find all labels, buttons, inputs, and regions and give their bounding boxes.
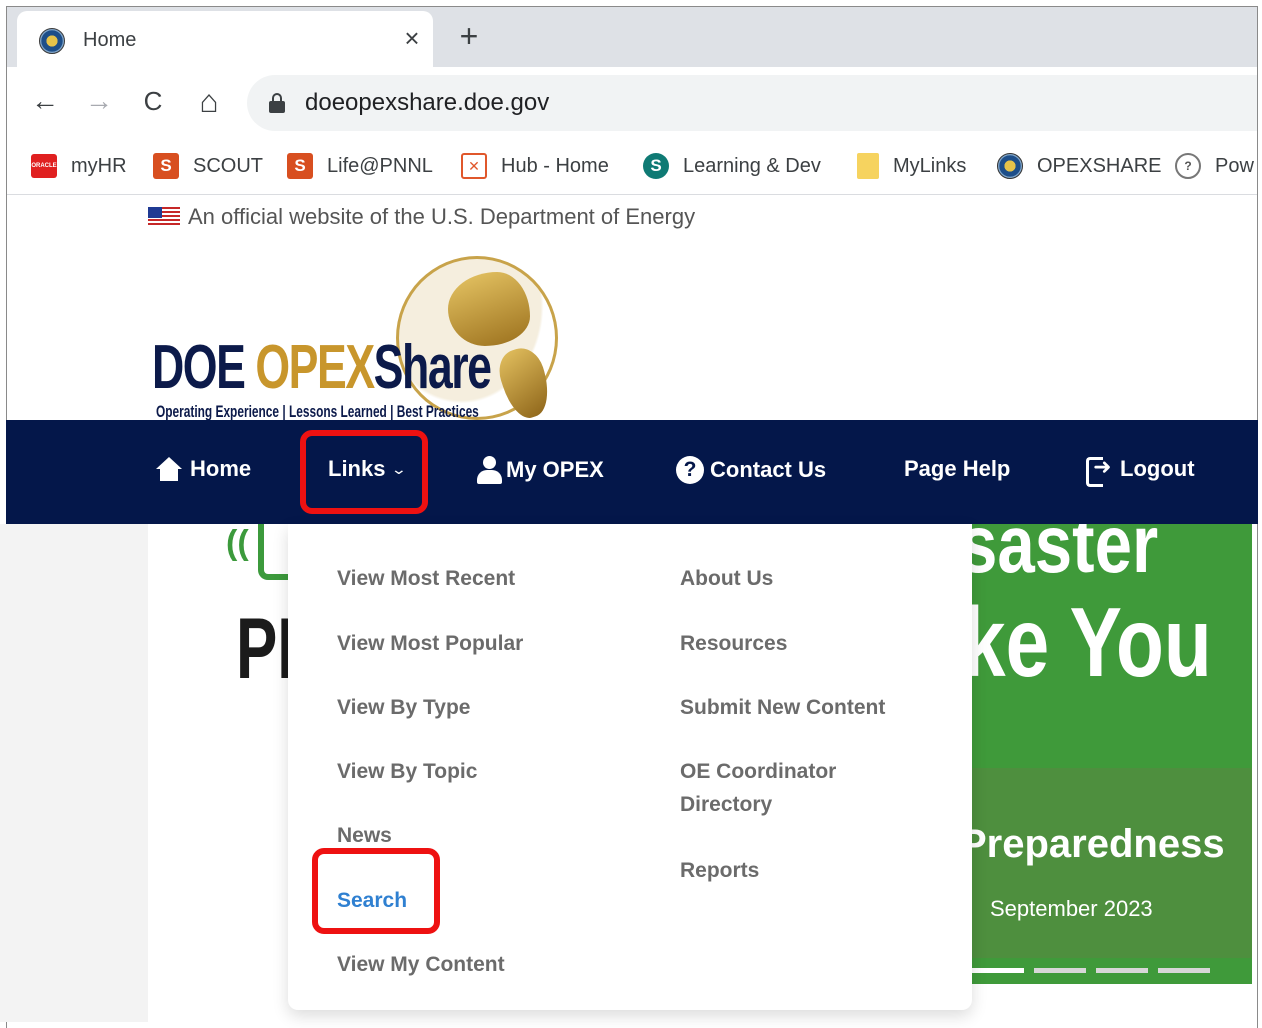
- main-navbar: Home Links ⌄ My OPEX ? Contact Us Page H…: [6, 420, 1258, 524]
- highlight-box-search: [312, 848, 440, 934]
- bookmark-label: Life@PNNL: [327, 154, 433, 177]
- tab-strip: Home × +: [7, 7, 1257, 67]
- home-icon[interactable]: ⌂: [191, 83, 227, 119]
- banner-headline-2: ke You: [962, 587, 1212, 697]
- doe-seal-icon: [997, 153, 1023, 179]
- links-dropdown-menu: View Most Recent View Most Popular View …: [288, 524, 972, 1010]
- sharepoint-icon: S: [643, 153, 669, 179]
- bookmark-pow[interactable]: ? Pow: [1175, 151, 1254, 181]
- highlight-box-links: [300, 430, 428, 514]
- logo-wordmark: DOE OPEXShare: [152, 333, 492, 402]
- menu-item-view-most-recent[interactable]: View Most Recent: [337, 562, 515, 596]
- bookmarks-bar: ORACLE myHR S SCOUT S Life@PNNL ✕ Hub - …: [7, 137, 1257, 195]
- bookmark-label: myHR: [71, 154, 127, 177]
- user-icon: [476, 456, 502, 484]
- home-icon: [154, 457, 184, 481]
- bookmark-label: OPEXSHARE: [1037, 154, 1162, 177]
- menu-item-view-most-popular[interactable]: View Most Popular: [337, 627, 523, 661]
- menu-item-about-us[interactable]: About Us: [680, 562, 773, 596]
- carousel-dot[interactable]: [1096, 968, 1148, 973]
- power-icon: ?: [1175, 153, 1201, 179]
- url-text[interactable]: doeopexshare.doe.gov: [305, 89, 549, 117]
- nav-my-opex[interactable]: My OPEX: [476, 456, 604, 484]
- logout-icon: [1086, 454, 1114, 487]
- bookmark-scout[interactable]: S SCOUT: [153, 151, 263, 181]
- bookmark-label: Hub - Home: [501, 154, 609, 177]
- bookmark-label: SCOUT: [193, 154, 263, 177]
- nav-page-help[interactable]: Page Help: [904, 456, 1010, 482]
- sharepoint-s-icon: S: [153, 153, 179, 179]
- lock-icon[interactable]: [269, 93, 285, 113]
- bookmark-learning-dev[interactable]: S Learning & Dev: [643, 151, 821, 181]
- oracle-icon: ORACLE: [31, 154, 57, 178]
- carousel-dot[interactable]: [1034, 968, 1086, 973]
- logo-tagline: Operating Experience | Lessons Learned |…: [156, 402, 479, 421]
- nav-contact-us[interactable]: ? Contact Us: [676, 456, 826, 484]
- reload-icon[interactable]: C: [135, 83, 171, 119]
- nav-logout[interactable]: Logout: [1086, 454, 1195, 487]
- close-icon[interactable]: ×: [397, 23, 427, 53]
- doe-seal-icon: [39, 28, 65, 54]
- bookmark-mylinks[interactable]: MyLinks: [857, 151, 966, 181]
- menu-item-oe-coordinator[interactable]: OE Coordinator: [680, 755, 836, 789]
- back-arrow-icon[interactable]: ←: [27, 83, 63, 119]
- banner-date: September 2023: [990, 896, 1153, 921]
- menu-item-view-my-content[interactable]: View My Content: [337, 948, 505, 982]
- carousel-dot[interactable]: [972, 968, 1024, 973]
- hero-banner[interactable]: saster ke You Preparedness September 202…: [950, 524, 1252, 984]
- background-heading: PI: [236, 601, 295, 697]
- bookmark-opexshare[interactable]: OPEXSHARE: [997, 151, 1161, 181]
- banner-subtitle: Preparedness: [960, 822, 1225, 866]
- us-flag-icon: [148, 207, 180, 227]
- bookmark-myhr[interactable]: ORACLE myHR: [31, 151, 127, 181]
- browser-toolbar: ← → C ⌂ doeopexshare.doe.gov: [7, 67, 1257, 137]
- tab-title: Home: [83, 29, 137, 51]
- folder-icon: [857, 153, 879, 179]
- bookmark-label: Pow: [1215, 154, 1254, 177]
- bookmark-life-pnnl[interactable]: S Life@PNNL: [287, 151, 433, 181]
- menu-item-resources[interactable]: Resources: [680, 627, 787, 661]
- hub-icon: ✕: [461, 153, 487, 179]
- official-notice-text: An official website of the U.S. Departme…: [188, 204, 696, 229]
- menu-item-reports[interactable]: Reports: [680, 854, 759, 888]
- nav-home[interactable]: Home: [154, 456, 251, 482]
- question-circle-icon: ?: [676, 456, 704, 484]
- banner-headline-1: saster: [960, 524, 1159, 590]
- sharepoint-s-icon: S: [287, 153, 313, 179]
- tab-home[interactable]: Home ×: [17, 11, 433, 67]
- address-bar[interactable]: doeopexshare.doe.gov: [247, 75, 1257, 131]
- official-site-notice: An official website of the U.S. Departme…: [148, 204, 695, 230]
- menu-item-view-by-topic[interactable]: View By Topic: [337, 755, 477, 789]
- menu-item-submit-new-content[interactable]: Submit New Content: [680, 691, 885, 725]
- bookmark-label: MyLinks: [893, 154, 967, 177]
- bookmark-label: Learning & Dev: [683, 154, 821, 177]
- bookmark-hub-home[interactable]: ✕ Hub - Home: [461, 151, 609, 181]
- new-tab-button[interactable]: +: [451, 19, 487, 55]
- carousel-indicators: [972, 968, 1210, 973]
- carousel-dot[interactable]: [1158, 968, 1210, 973]
- menu-item-oe-coordinator-directory[interactable]: Directory: [680, 788, 772, 822]
- menu-item-view-by-type[interactable]: View By Type: [337, 691, 470, 725]
- site-logo[interactable]: DOE OPEXShare Operating Experience | Les…: [148, 250, 578, 428]
- forward-arrow-icon[interactable]: →: [81, 83, 117, 119]
